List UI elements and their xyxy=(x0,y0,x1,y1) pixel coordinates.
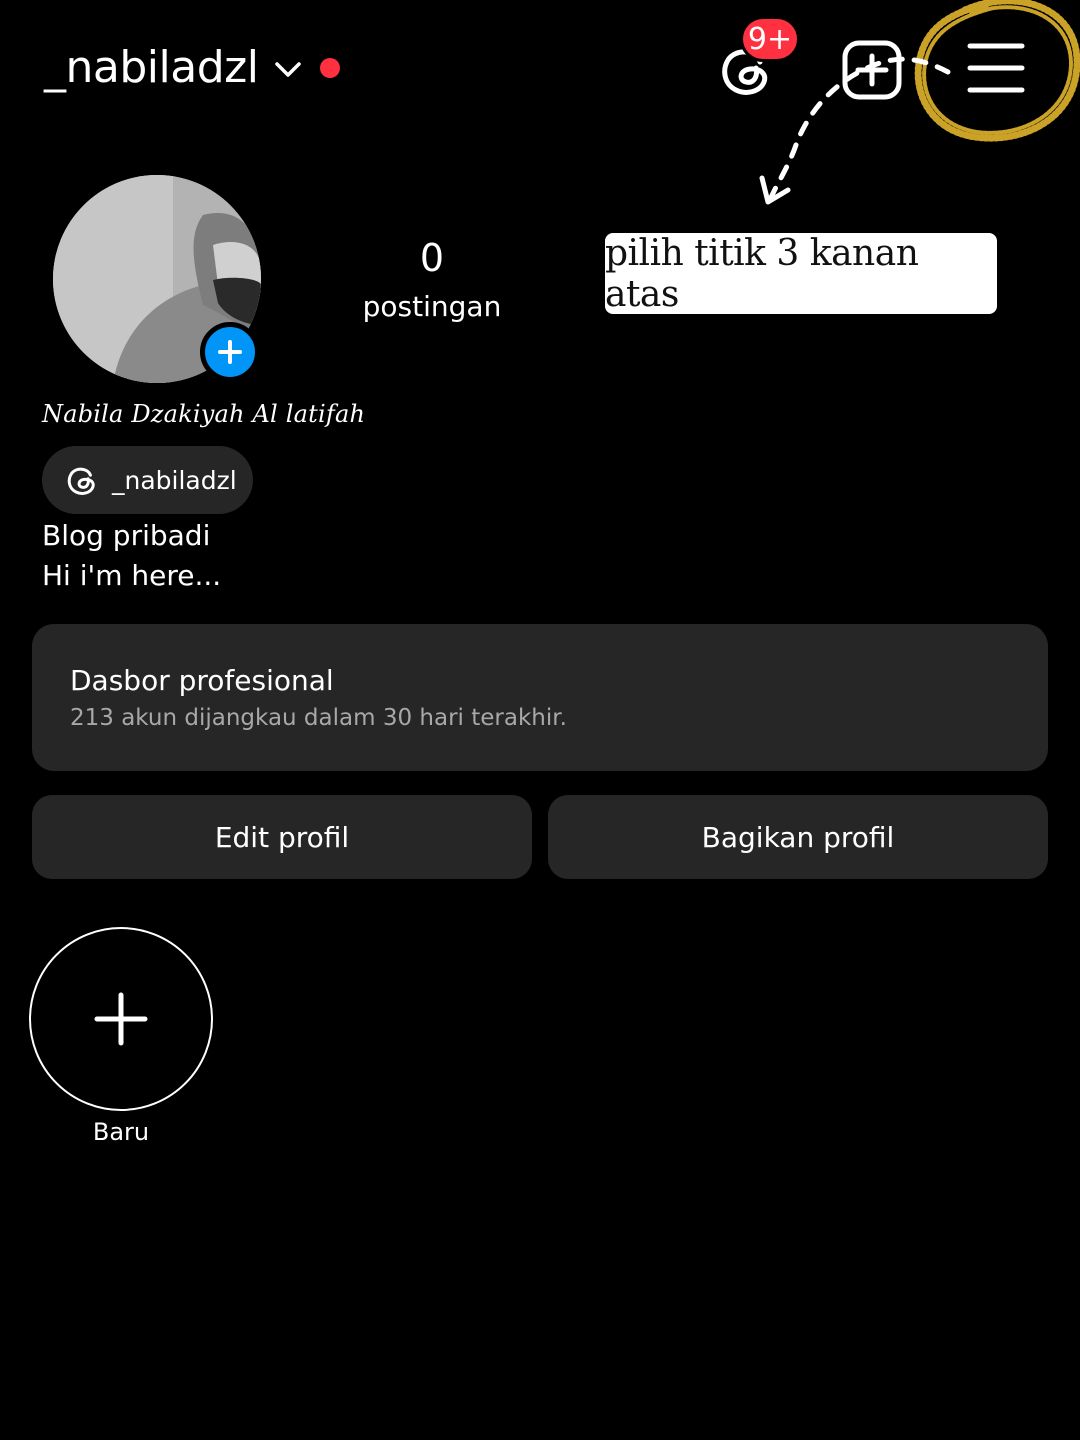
profile-category: Blog pribadi xyxy=(42,519,211,552)
plus-icon xyxy=(94,992,148,1046)
edit-profile-button[interactable]: Edit profil xyxy=(32,795,532,879)
new-highlight-button[interactable] xyxy=(29,927,213,1111)
dashed-arrow-annotation xyxy=(759,56,951,205)
add-story-button[interactable] xyxy=(200,322,260,382)
plus-icon xyxy=(218,340,242,364)
instruction-note: pilih titik 3 kanan atas xyxy=(605,233,997,315)
dashboard-title: Dasbor profesional xyxy=(70,664,334,697)
dashboard-subtitle: 213 akun dijangkau dalam 30 hari terakhi… xyxy=(70,705,567,731)
chevron-down-icon[interactable] xyxy=(272,54,304,86)
notification-dot xyxy=(320,58,340,78)
profile-full-name: Nabila Dzakiyah Al latifah xyxy=(42,400,366,428)
share-profile-button[interactable]: Bagikan profil xyxy=(548,795,1048,879)
profile-username[interactable]: _nabiladzl xyxy=(44,40,259,96)
profile-bio: Hi i'm here... xyxy=(42,559,222,592)
threads-profile-link[interactable]: _nabiladzl xyxy=(42,446,253,514)
stat-posts-count[interactable]: 0 xyxy=(372,236,492,280)
new-highlight-label: Baru xyxy=(92,1118,150,1146)
professional-dashboard-card[interactable] xyxy=(32,624,1048,771)
threads-handle: _nabiladzl xyxy=(112,465,237,495)
threads-icon xyxy=(67,467,95,495)
stat-posts-label[interactable]: postingan xyxy=(352,290,512,323)
